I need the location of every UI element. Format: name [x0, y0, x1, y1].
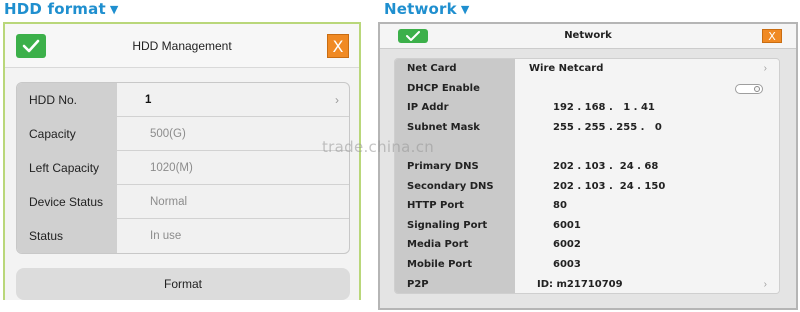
chevron-right-icon: ›: [763, 63, 767, 74]
row-label: Subnet Mask: [395, 117, 515, 138]
net-row-p2p[interactable]: P2P ID: m21710709 ›: [395, 274, 779, 293]
hdd-title-bar: HDD Management X: [5, 24, 359, 68]
mobile-port-field[interactable]: 6003: [515, 255, 779, 275]
row-label: P2P: [395, 274, 515, 293]
format-button[interactable]: Format: [16, 268, 350, 300]
net-row-http-port[interactable]: HTTP Port 80: [395, 196, 779, 216]
subnet-mask-field[interactable]: 255 . 255 . 255 . 0: [515, 117, 779, 138]
signaling-port-field[interactable]: 6001: [515, 215, 779, 236]
caret-down-icon: ▼: [109, 3, 119, 16]
row-label: HDD No.: [17, 83, 117, 117]
hdd-panel-title: HDD Management: [132, 39, 232, 53]
http-port-field[interactable]: 80: [515, 196, 779, 216]
hdd-format-caption-text: HDD format: [4, 0, 106, 18]
row-value: Normal: [150, 196, 188, 208]
row-label: Status: [17, 219, 117, 253]
row-value: 500(G): [150, 128, 186, 140]
dhcp-toggle[interactable]: [735, 83, 763, 94]
close-button[interactable]: X: [762, 29, 782, 43]
row-label: DHCP Enable: [395, 78, 515, 99]
caret-down-icon: ▼: [460, 3, 470, 16]
close-button[interactable]: X: [327, 34, 349, 58]
row-value: ID: m21710709: [515, 274, 779, 293]
row-label: Mobile Port: [395, 255, 515, 275]
net-row-dhcp-enable: DHCP Enable: [395, 78, 779, 99]
network-caption: Network ▼: [384, 0, 470, 18]
hdd-row-left-capacity: Left Capacity 1020(M): [17, 151, 349, 185]
network-caption-text: Network: [384, 0, 457, 18]
row-value: Wire Netcard: [515, 59, 779, 79]
net-row-signaling-port[interactable]: Signaling Port 6001: [395, 215, 779, 236]
hdd-format-caption: HDD format ▼: [4, 0, 119, 18]
network-title-bar: Network X: [380, 24, 796, 49]
row-label: Net Card: [395, 59, 515, 79]
net-row-media-port[interactable]: Media Port 6002: [395, 235, 779, 255]
row-label: HTTP Port: [395, 196, 515, 216]
net-row-net-card[interactable]: Net Card Wire Netcard ›: [395, 59, 779, 79]
row-label: Signaling Port: [395, 215, 515, 236]
hdd-row-hdd-no[interactable]: HDD No. 1 ›: [17, 83, 349, 117]
row-label: Primary DNS: [395, 157, 515, 177]
close-icon: X: [768, 29, 776, 43]
net-row-ip-addr[interactable]: IP Addr 192 . 168 . 1 . 41: [395, 98, 779, 118]
hdd-row-device-status: Device Status Normal: [17, 185, 349, 219]
net-row-primary-dns[interactable]: Primary DNS 202 . 103 . 24 . 68: [395, 157, 779, 177]
row-value: 1020(M): [150, 162, 193, 174]
media-port-field[interactable]: 6002: [515, 235, 779, 255]
watermark: trade.china.cn: [322, 138, 435, 156]
net-row-secondary-dns[interactable]: Secondary DNS 202 . 103 . 24 . 150: [395, 176, 779, 197]
row-value: 1: [145, 94, 152, 106]
toggle-knob: [754, 85, 760, 92]
primary-dns-field[interactable]: 202 . 103 . 24 . 68: [515, 157, 779, 177]
network-settings-table: Net Card Wire Netcard › DHCP Enable IP A…: [394, 58, 780, 294]
row-label: IP Addr: [395, 98, 515, 118]
hdd-row-capacity: Capacity 500(G): [17, 117, 349, 151]
secondary-dns-field[interactable]: 202 . 103 . 24 . 150: [515, 176, 779, 197]
row-label: Capacity: [17, 117, 117, 151]
row-value: [515, 137, 779, 157]
chevron-right-icon: ›: [763, 278, 767, 290]
net-row-mobile-port[interactable]: Mobile Port 6003: [395, 255, 779, 275]
row-label: Secondary DNS: [395, 176, 515, 197]
net-row-gateway: [395, 137, 779, 157]
row-label: Media Port: [395, 235, 515, 255]
ip-address-field[interactable]: 192 . 168 . 1 . 41: [515, 98, 779, 118]
row-label: Left Capacity: [17, 151, 117, 185]
network-panel: Network X Net Card Wire Netcard › DHCP E…: [378, 22, 798, 310]
net-row-subnet-mask[interactable]: Subnet Mask 255 . 255 . 255 . 0: [395, 117, 779, 138]
hdd-info-table: HDD No. 1 › Capacity 500(G) Left Capacit…: [16, 82, 350, 254]
chevron-right-icon: ›: [335, 93, 339, 107]
row-label: Device Status: [17, 185, 117, 219]
row-value: In use: [150, 230, 182, 242]
hdd-row-status: Status In use: [17, 219, 349, 253]
close-icon: X: [332, 36, 344, 56]
hdd-management-panel: HDD Management X HDD No. 1 › Capacity 50…: [3, 22, 361, 300]
network-panel-title: Network: [564, 30, 612, 41]
